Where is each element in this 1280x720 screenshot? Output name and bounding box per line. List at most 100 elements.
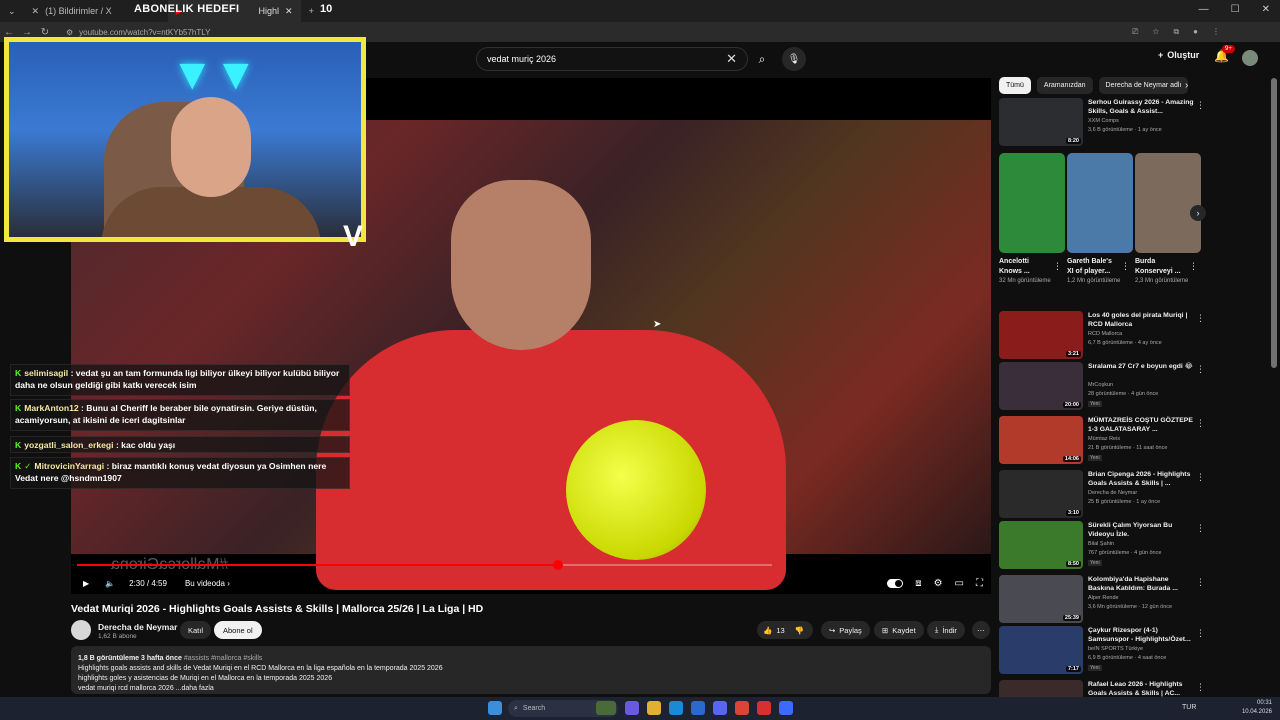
chip-channel[interactable]: Derecha de Neymar adlı [1098,77,1189,94]
video-thumbnail[interactable]: 3:10 [999,470,1083,518]
more-vert-icon[interactable]: ⋮ [1196,313,1205,324]
short-title[interactable]: Gareth Bale's XI of player... [1067,257,1117,277]
profile-icon[interactable]: ● [1193,27,1198,37]
short-item[interactable]: Burda Konserveyi ... 2,3 Mn görüntüleme … [1135,153,1201,285]
chevron-right-icon[interactable]: › [1185,80,1188,91]
chrome-icon[interactable] [735,701,749,715]
more-vert-icon[interactable]: ⋮ [1196,472,1205,483]
short-thumbnail[interactable] [1135,153,1201,253]
more-vert-icon[interactable]: ⋮ [1196,577,1205,588]
edge-icon[interactable] [669,701,683,715]
video-thumbnail[interactable]: 20:00 [999,362,1083,410]
sidebar-video-item[interactable]: 25:39 Kolombiya'da Hapishane Baskına Kat… [999,575,1209,623]
fullscreen-icon[interactable]: ⛶ [976,578,983,589]
maximize-icon[interactable]: ☐ [1231,4,1240,15]
more-vert-icon[interactable]: ⋮ [1121,261,1130,272]
voice-search-button[interactable]: 🎙 [782,47,806,71]
bookmark-star-icon[interactable]: ☆ [1152,27,1159,37]
tab-menu[interactable]: ⌄ [0,0,24,22]
tab-x-notifications[interactable]: ✕ (1) Bildirimler / X [24,0,120,22]
language-indicator[interactable]: TUR [1182,704,1196,711]
channel-name[interactable]: Bilal Şahin [1088,541,1114,547]
channel-name[interactable]: Alper Rende [1088,595,1119,601]
short-thumbnail[interactable] [999,153,1065,253]
thumbs-up-icon[interactable]: 👍 [763,626,772,635]
menu-dots-icon[interactable]: ⋮ [1212,27,1220,37]
app-icon[interactable] [757,701,771,715]
play-icon[interactable]: ▶ [83,579,89,588]
video-thumbnail[interactable]: 3:21 [999,311,1083,359]
progress-scrubber[interactable] [553,560,563,570]
channel-name[interactable]: beIN SPORTS Türkiye [1088,646,1143,652]
chapter-button[interactable]: Bu videoda › [185,579,230,588]
video-thumbnail[interactable]: 7:17 [999,626,1083,674]
new-tab-button[interactable]: + [301,0,322,22]
shorts-next-button[interactable]: › [1190,205,1206,221]
short-title[interactable]: Burda Konserveyi ... [1135,257,1185,277]
page-scrollbar[interactable] [1271,78,1277,368]
sidebar-video-item[interactable]: 7:17 Çaykur Rizespor (4-1) Samsunspor - … [999,626,1209,674]
video-title[interactable]: Çaykur Rizespor (4-1) Samsunspor - Highl… [1088,626,1196,644]
video-thumbnail[interactable]: 25:39 [999,575,1083,623]
more-vert-icon[interactable]: ⋮ [1196,364,1205,375]
video-title[interactable]: MÜMTAZREİS COŞTU GÖZTEPE 1-3 GALATASARAY… [1088,416,1196,434]
taskbar-clock[interactable]: 00:31 10.04.2026 [1242,699,1272,717]
more-vert-icon[interactable]: ⋮ [1196,523,1205,534]
sidebar-video-item[interactable]: 14:06 MÜMTAZREİS COŞTU GÖZTEPE 1-3 GALAT… [999,416,1209,464]
app-icon[interactable] [779,701,793,715]
reload-icon[interactable]: ↻ [36,27,54,38]
thumbs-down-icon[interactable]: 👎 [795,626,804,635]
short-item[interactable]: Gareth Bale's XI of player... 1,2 Mn gör… [1067,153,1133,285]
video-thumbnail[interactable]: 14:06 [999,416,1083,464]
back-icon[interactable]: ← [0,27,18,38]
site-info-icon[interactable]: ⚙ [66,28,73,37]
sidebar-video-item[interactable]: Rafael Leao 2026 - Highlights Goals Assi… [999,680,1209,697]
video-title[interactable]: Kolombiya'da Hapishane Baskına Katıldım:… [1088,575,1196,593]
channel-name[interactable]: XXM Comps [1088,118,1119,124]
account-avatar[interactable] [1242,50,1258,66]
save-button[interactable]: ⊞ Kaydet [874,621,924,639]
volume-icon[interactable]: 🔈 [105,579,115,588]
short-item[interactable]: Ancelotti Knows ... 32 Mn görüntüleme ⋮ [999,153,1065,285]
channel-name[interactable]: MrCoşkun [1088,382,1113,388]
miniplayer-icon[interactable]: ▭ [955,578,964,589]
more-vert-icon[interactable]: ⋮ [1196,100,1205,111]
search-button[interactable]: ⌕ [748,47,776,71]
video-thumbnail[interactable]: 8:20 [999,98,1083,146]
close-icon[interactable]: ✕ [285,6,293,17]
like-dislike-button[interactable]: 👍 13 👎 [757,621,813,639]
extensions-icon[interactable]: ⧉ [1173,27,1179,37]
more-vert-icon[interactable]: ⋮ [1196,682,1205,693]
subtitles-icon[interactable]: ⧈ [915,578,921,589]
channel-avatar[interactable] [71,620,91,640]
sidebar-video-item[interactable]: 20:00 Sıralama 27 Cr7 e boyun egdi 😂 MrC… [999,362,1209,410]
short-thumbnail[interactable] [1067,153,1133,253]
chip-all[interactable]: Tümü [999,77,1031,94]
widget-icon[interactable] [596,701,616,715]
sidebar-video-item[interactable]: 3:21 Los 40 goles del pirata Muriqi | RC… [999,311,1209,359]
search-input[interactable]: vedat muriç 2026 ✕ [476,47,748,71]
video-thumbnail[interactable] [999,680,1083,697]
minimize-icon[interactable]: — [1199,4,1209,15]
store-icon[interactable] [691,701,705,715]
progress-bar[interactable] [77,560,772,570]
copilot-icon[interactable] [625,701,639,715]
clear-search-icon[interactable]: ✕ [726,51,737,67]
sidebar-video-item[interactable]: 8:20 Serhou Guirassy 2026 - Amazing Skil… [999,98,1209,146]
channel-name[interactable]: RCD Mallorca [1088,331,1122,337]
more-vert-icon[interactable]: ⋮ [1053,261,1062,272]
download-button[interactable]: ⤓ İndir [927,621,965,639]
video-title[interactable]: Los 40 goles del pirata Muriqi | RCD Mal… [1088,311,1196,329]
chip-from-search[interactable]: Aramanızdan [1036,77,1093,94]
subscribe-button[interactable]: Abone ol [214,621,262,639]
forward-icon[interactable]: → [18,27,36,38]
more-vert-icon[interactable]: ⋮ [1196,418,1205,429]
video-title[interactable]: Serhou Guirassy 2026 - Amazing Skills, G… [1088,98,1196,116]
autoplay-toggle[interactable] [887,578,904,588]
sidebar-video-item[interactable]: 3:10 Brian Cipenga 2026 - Highlights Goa… [999,470,1209,518]
sidebar-video-item[interactable]: 8:50 Sürekli Çalım Yiyorsan Bu Videoyu İ… [999,521,1209,569]
windows-start-icon[interactable] [488,701,502,715]
create-button[interactable]: + Oluştur [1158,50,1199,60]
video-title[interactable]: Sürekli Çalım Yiyorsan Bu Videoyu İzle. [1088,521,1196,539]
more-vert-icon[interactable]: ⋮ [1196,628,1205,639]
